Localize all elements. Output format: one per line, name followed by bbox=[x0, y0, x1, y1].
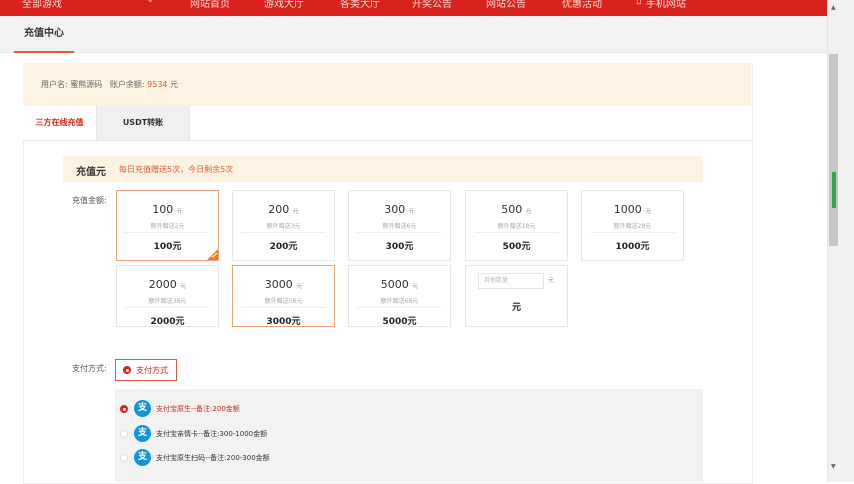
alipay-icon: 支 bbox=[134, 449, 151, 466]
card-amount: 500 元 bbox=[501, 203, 532, 216]
page-tab-bar: 充值中心 bbox=[0, 16, 828, 53]
chevron-down-icon[interactable]: ⌄ bbox=[146, 0, 154, 5]
username: 蜜熊源码 bbox=[70, 80, 103, 89]
notice-message: 每日充值赠送5次，今日剩余5次 bbox=[119, 165, 234, 174]
tab-recharge-center[interactable]: 充值中心 bbox=[14, 16, 74, 53]
custom-amount-input[interactable]: 其他数量 bbox=[478, 273, 544, 289]
card-amount: 2000 元 bbox=[148, 278, 187, 291]
card-amount: 1000 元 bbox=[613, 203, 652, 216]
card-bonus: 额外赠送68元 bbox=[380, 298, 419, 305]
radio-icon[interactable] bbox=[120, 454, 128, 462]
card-bonus: 额外赠送38元 bbox=[148, 298, 187, 305]
user-info: 用户名: 蜜熊源码 账户余额: 9534 元 bbox=[41, 79, 178, 90]
alipay-icon: 支 bbox=[134, 425, 151, 442]
radio-selected-icon bbox=[123, 366, 131, 374]
amount-card-200[interactable]: 200 元 额外赠送3元 200元 bbox=[232, 190, 335, 261]
amount-card-500[interactable]: 500 元 额外赠送18元 500元 bbox=[465, 190, 568, 261]
username-label: 用户名: bbox=[41, 80, 68, 89]
card-bonus: 额外赠送58元 bbox=[264, 298, 303, 305]
amount-card-1000[interactable]: 1000 元 额外赠送28元 1000元 bbox=[581, 190, 684, 261]
nav-home[interactable]: 网站首页 bbox=[190, 0, 230, 10]
card-total: 300元 bbox=[385, 242, 414, 252]
nav-announcements[interactable]: 网站公告 bbox=[486, 0, 526, 10]
custom-amount-card[interactable]: 其他数量 元 元 bbox=[465, 265, 568, 327]
payment-option-label: 支付宝亲情卡--备注:300-1000金额 bbox=[156, 430, 268, 438]
payment-label: 支付方式: bbox=[72, 364, 107, 373]
card-amount: 3000 元 bbox=[264, 278, 303, 291]
scrollbar-thumb[interactable] bbox=[829, 54, 838, 246]
card-amount: 200 元 bbox=[268, 203, 299, 216]
tab-online-recharge[interactable]: 三方在线充值 bbox=[23, 106, 96, 140]
payment-options: 支 支付宝原生--备注:200金额 支 支付宝亲情卡--备注:300-1000金… bbox=[115, 389, 703, 482]
card-bonus: 额外赠送18元 bbox=[497, 223, 536, 230]
top-nav: 全部游戏 ⌄ 网站首页 游戏大厅 各类大厅 开奖公告 网站公告 优惠活动 ▯ 手… bbox=[0, 0, 828, 16]
nav-promotions[interactable]: 优惠活动 bbox=[562, 0, 602, 10]
card-total: 1000元 bbox=[615, 242, 650, 252]
nav-game-hall[interactable]: 游戏大厅 bbox=[264, 0, 304, 10]
notice-title: 充值元 bbox=[76, 167, 106, 178]
card-total: 500元 bbox=[502, 242, 531, 252]
balance-value: 9534 bbox=[147, 80, 168, 89]
card-total: 5000元 bbox=[382, 317, 417, 327]
amount-card-5000[interactable]: 5000 元 额外赠送68元 5000元 bbox=[348, 265, 451, 327]
custom-amount-unit: 元 bbox=[548, 277, 555, 284]
card-bonus: 额外赠送28元 bbox=[613, 223, 652, 230]
custom-amount-total: 元 bbox=[511, 303, 521, 313]
payment-method-button[interactable]: 支付方式 bbox=[115, 359, 177, 381]
card-bonus: 额外赠送3元 bbox=[266, 223, 301, 230]
nav-mobile[interactable]: 手机网站 bbox=[646, 0, 686, 10]
radio-selected-icon[interactable] bbox=[120, 405, 128, 413]
payment-method-label: 支付方式 bbox=[136, 366, 168, 375]
amount-card-300[interactable]: 300 元 额外赠送6元 300元 bbox=[348, 190, 451, 261]
alipay-icon: 支 bbox=[134, 400, 151, 417]
side-indicator bbox=[832, 172, 836, 208]
card-bonus: 额外赠送2元 bbox=[150, 223, 185, 230]
card-total: 2000元 bbox=[150, 317, 185, 327]
balance-label: 账户余额: bbox=[109, 80, 145, 89]
payment-option-label: 支付宝原生扫码--备注:200-300金额 bbox=[156, 454, 270, 462]
selected-check-icon bbox=[207, 249, 218, 260]
scroll-up-icon[interactable]: ▲ bbox=[831, 4, 836, 11]
balance-unit: 元 bbox=[170, 80, 179, 89]
card-bonus: 额外赠送6元 bbox=[382, 223, 417, 230]
card-total: 100元 bbox=[153, 242, 182, 252]
card-amount: 5000 元 bbox=[380, 278, 419, 291]
payment-option-label: 支付宝原生--备注:200金额 bbox=[156, 405, 240, 413]
amount-label: 充值金额: bbox=[72, 196, 107, 205]
nav-results[interactable]: 开奖公告 bbox=[412, 0, 452, 10]
card-amount: 300 元 bbox=[384, 203, 415, 216]
user-info-bar: 用户名: 蜜熊源码 账户余额: 9534 元 bbox=[23, 63, 751, 106]
nav-all-games[interactable]: 全部游戏 bbox=[22, 0, 62, 10]
card-amount: 100 元 bbox=[152, 203, 183, 216]
scrollbar[interactable]: ▲ ▼ bbox=[827, 0, 854, 482]
radio-icon[interactable] bbox=[120, 430, 128, 438]
recharge-notice: 充值元 每日充值赠送5次，今日剩余5次 bbox=[63, 156, 703, 182]
mobile-icon: ▯ bbox=[636, 0, 642, 6]
recharge-tabs: 三方在线充值 USDT转账 bbox=[23, 106, 751, 141]
amount-card-2000[interactable]: 2000 元 额外赠送38元 2000元 bbox=[116, 265, 219, 327]
amount-card-3000[interactable]: 3000 元 额外赠送58元 3000元 bbox=[232, 265, 335, 327]
scroll-down-icon[interactable]: ▼ bbox=[831, 463, 836, 470]
card-total: 3000元 bbox=[266, 317, 301, 327]
nav-lobby[interactable]: 各类大厅 bbox=[340, 0, 380, 10]
card-total: 200元 bbox=[269, 242, 298, 252]
amount-card-100[interactable]: 100 元 额外赠送2元 100元 bbox=[116, 190, 219, 261]
tab-usdt-transfer[interactable]: USDT转账 bbox=[96, 106, 190, 140]
